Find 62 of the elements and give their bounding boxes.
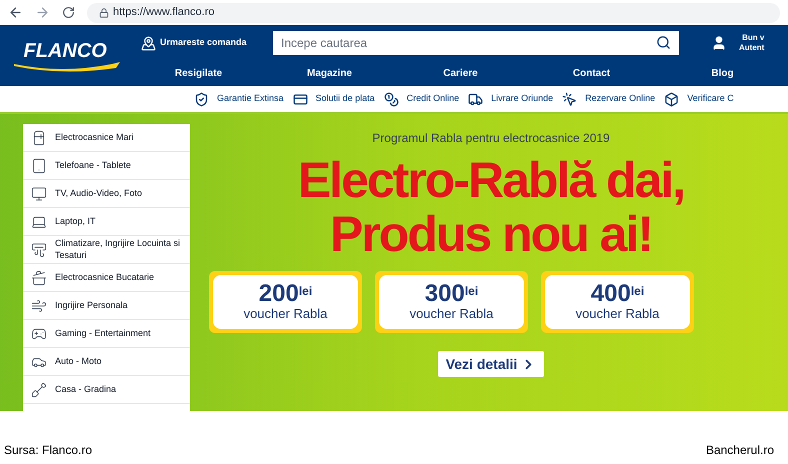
- category-item[interactable]: Climatizare, Ingrijire Locuinta si Tesaturi: [23, 236, 190, 264]
- voucher-amount: 200$^{lei}$: [258, 282, 312, 306]
- air-vent-icon: [31, 242, 47, 258]
- truck-icon: [468, 92, 484, 106]
- account-text[interactable]: Bun v: [742, 33, 764, 43]
- search-icon[interactable]: [656, 35, 671, 50]
- refrigerator-icon: [31, 130, 47, 146]
- category-item[interactable]: Electrocasnice Bucatarie: [23, 264, 190, 292]
- category-item[interactable]: Telefoane - Tablete: [23, 152, 190, 180]
- category-item[interactable]: Auto - Moto: [23, 348, 190, 376]
- monitor-icon: [31, 186, 47, 202]
- logo-swoosh-icon: [12, 60, 122, 74]
- service-link[interactable]: Credit Online: [406, 92, 460, 106]
- credit-caption: Bancherul.ro: [706, 442, 774, 459]
- credit-card-icon: [292, 92, 308, 106]
- box-icon: [664, 92, 680, 106]
- details-button[interactable]: Vezi detalii: [438, 351, 544, 377]
- user-icon[interactable]: [711, 35, 727, 51]
- pointer-icon: [562, 92, 578, 106]
- voucher-amount: 300$^{lei}$: [424, 282, 478, 306]
- nav-link[interactable]: Cariere: [395, 66, 526, 81]
- nav-link[interactable]: Resigilate: [133, 66, 264, 81]
- track-order-link[interactable]: Urmareste comanda: [141, 36, 261, 50]
- forward-icon[interactable]: [35, 5, 50, 20]
- banner-subtitle: Programul Rabla pentru electrocasnice 2019: [372, 130, 610, 147]
- search-field[interactable]: Incepe cautarea: [273, 31, 679, 55]
- wind-icon: [31, 298, 47, 314]
- service-link[interactable]: Livrare Oriunde: [491, 92, 554, 106]
- voucher-label: voucher Rabla: [576, 306, 660, 322]
- coins-icon: [384, 92, 399, 106]
- category-item[interactable]: Casa - Gradina: [23, 376, 190, 404]
- nav-link[interactable]: Blog: [657, 66, 788, 81]
- nav-link[interactable]: Magazine: [264, 66, 395, 81]
- voucher-amount: 400$^{lei}$: [590, 282, 644, 306]
- map-pin-icon: [141, 36, 156, 50]
- account-text[interactable]: Autent: [739, 43, 764, 53]
- nav-link[interactable]: Contact: [526, 66, 657, 81]
- source-caption: Sursa: Flanco.ro: [4, 442, 92, 459]
- logo[interactable]: FLANCO: [12, 36, 122, 76]
- reload-icon[interactable]: [62, 6, 75, 19]
- service-link[interactable]: Solutii de plata: [316, 92, 375, 106]
- address-bar[interactable]: https://www.flanco.ro: [87, 2, 780, 22]
- voucher-label: voucher Rabla: [244, 306, 328, 322]
- service-link[interactable]: Verificare C: [687, 92, 734, 106]
- category-item[interactable]: Ingrijire Personala: [23, 292, 190, 320]
- back-icon[interactable]: [8, 5, 23, 20]
- lock-icon: [99, 8, 109, 18]
- cooking-pot-icon: [31, 270, 47, 286]
- url-text: https://www.flanco.ro: [113, 5, 214, 20]
- service-link[interactable]: Garantie Extinsa: [217, 92, 284, 106]
- promo-banner[interactable]: [0, 114, 788, 411]
- category-item[interactable]: Laptop, IT: [23, 208, 190, 236]
- shield-icon: [194, 92, 209, 106]
- category-item[interactable]: TV, Audio-Video, Foto: [23, 180, 190, 208]
- banner-headline: Electro-Rablă dai,: [298, 153, 684, 207]
- service-link[interactable]: Rezervare Online: [585, 92, 656, 106]
- banner-headline: Produs nou ai!: [330, 207, 652, 261]
- shovel-icon: [31, 382, 47, 398]
- voucher-label: voucher Rabla: [410, 306, 494, 322]
- tablet-icon: [31, 158, 47, 174]
- category-item[interactable]: Gaming - Entertainment: [23, 320, 190, 348]
- category-item[interactable]: Electrocasnice Mari: [23, 124, 190, 152]
